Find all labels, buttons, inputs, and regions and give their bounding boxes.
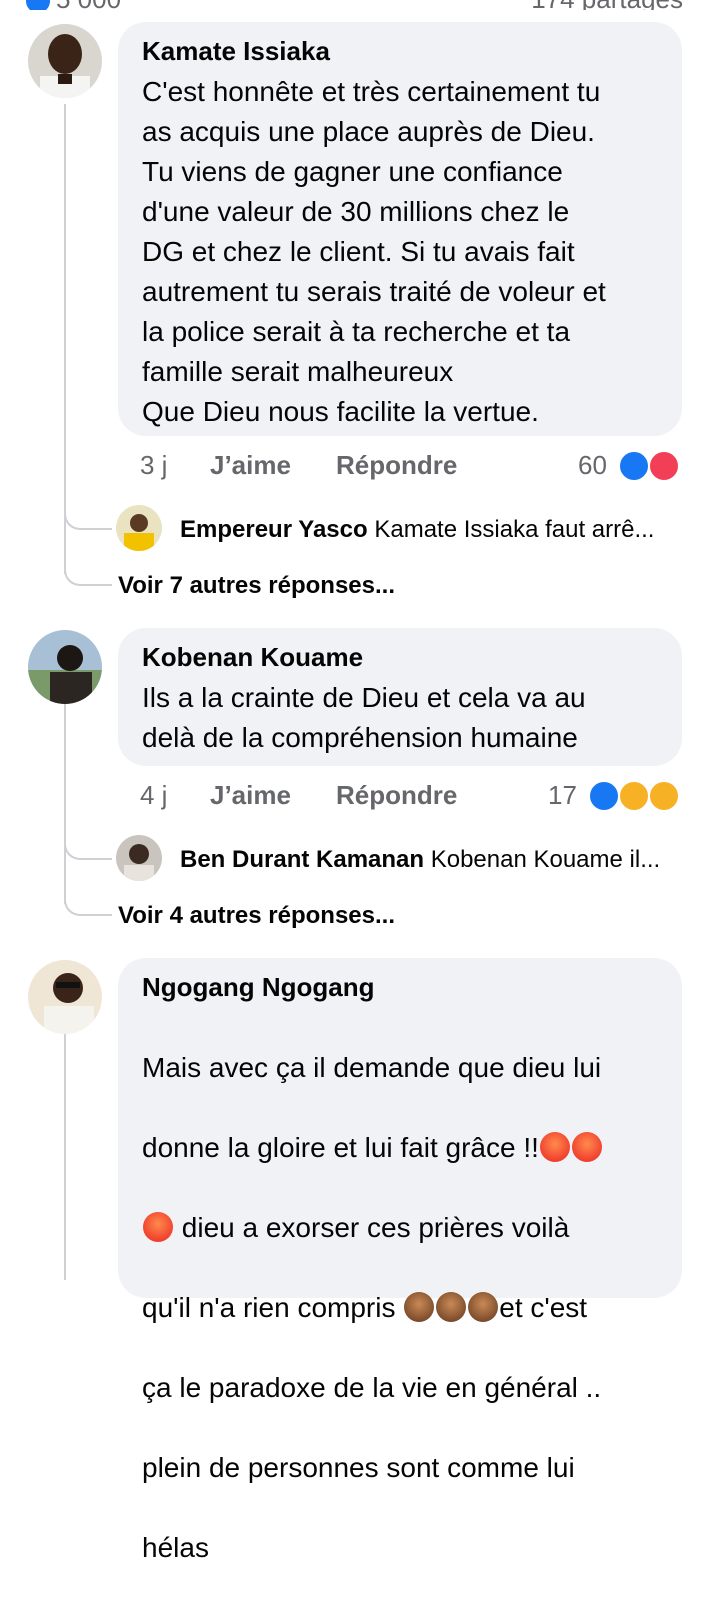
comment-text-line: hélas — [142, 1532, 209, 1563]
thread-branch — [64, 834, 112, 860]
comment-text: Ils a la crainte de Dieu et cela va au d… — [142, 682, 586, 753]
angry-emoji — [539, 1132, 570, 1162]
see-no-evil-monkey-emoji — [468, 1292, 499, 1322]
thread-branch — [64, 890, 112, 916]
comment-text-line: dieu a exorser ces prières voilà — [142, 1208, 658, 1248]
avatar[interactable] — [28, 630, 102, 704]
see-no-evil-monkey-emoji — [436, 1292, 467, 1322]
comment-bubble: Kamate Issiaka C'est honnête et très cer… — [118, 22, 682, 436]
like-icon[interactable] — [588, 780, 620, 812]
wow-icon[interactable] — [648, 780, 680, 812]
like-button[interactable]: J’aime — [210, 450, 291, 481]
angry-emoji — [571, 1132, 602, 1162]
post-reaction-count[interactable]: 5 000 — [26, 0, 121, 10]
love-icon[interactable] — [648, 450, 680, 482]
comment-text-line: plein de personnes sont comme lui — [142, 1452, 575, 1483]
view-more-replies-link[interactable]: Voir 4 autres réponses... — [118, 902, 395, 930]
comment-timestamp[interactable]: 3 j — [140, 450, 167, 481]
comment-author[interactable]: Kobenan Kouame — [142, 642, 658, 672]
comment-author[interactable]: Kamate Issiaka — [142, 36, 658, 66]
like-button[interactable]: J’aime — [210, 780, 291, 811]
comment-text-line: qu'il n'a rien compris et c'est — [142, 1292, 588, 1323]
avatar[interactable] — [28, 960, 102, 1034]
reaction-count[interactable]: 17 — [548, 780, 577, 811]
care-icon[interactable] — [618, 780, 650, 812]
reply-button[interactable]: Répondre — [336, 780, 457, 811]
angry-emoji — [143, 1212, 173, 1242]
avatar[interactable] — [116, 505, 162, 551]
thread-branch — [64, 560, 112, 586]
comment-text: Mais avec ça il demande que dieu lui don… — [142, 1008, 658, 1608]
comment-bubble: Kobenan Kouame Ils a la crainte de Dieu … — [118, 628, 682, 766]
reply-button[interactable]: Répondre — [336, 450, 457, 481]
comment-text-line: ça le paradoxe de la vie en général .. — [142, 1372, 602, 1403]
post-stats-bar: 5 000 174 partages — [0, 0, 709, 10]
thread-line — [64, 704, 66, 904]
see-no-evil-monkey-emoji — [404, 1292, 435, 1322]
comment-text: C'est honnête et très certainement tu as… — [142, 76, 606, 427]
reply-preview[interactable]: Ben Durant Kamanan Kobenan Kouame il... — [180, 846, 660, 874]
view-more-replies-link[interactable]: Voir 7 autres réponses... — [118, 572, 395, 600]
reply-preview[interactable]: Empereur Yasco Kamate Issiaka faut arrê.… — [180, 516, 654, 544]
comment-bubble: Ngogang Ngogang Mais avec ça il demande … — [118, 958, 682, 1563]
thread-branch — [64, 504, 112, 530]
thread-line — [64, 1034, 66, 1280]
reaction-count[interactable]: 60 — [578, 450, 607, 481]
avatar[interactable] — [28, 24, 102, 98]
like-icon — [26, 0, 50, 10]
avatar[interactable] — [116, 835, 162, 881]
post-share-count[interactable]: 174 partages — [531, 0, 683, 10]
comment-text-line: Mais avec ça il demande que dieu lui — [142, 1052, 602, 1083]
like-icon[interactable] — [618, 450, 650, 482]
reply-snippet: Kamate Issiaka faut arrê... — [374, 516, 655, 543]
reply-author[interactable]: Empereur Yasco — [180, 516, 368, 543]
comment-text-line: donne la gloire et lui fait grâce !! — [142, 1128, 658, 1168]
comment-author[interactable]: Ngogang Ngogang — [142, 972, 658, 1002]
reply-author[interactable]: Ben Durant Kamanan — [180, 846, 424, 873]
reply-snippet: Kobenan Kouame il... — [430, 846, 661, 873]
comment-timestamp[interactable]: 4 j — [140, 780, 167, 811]
